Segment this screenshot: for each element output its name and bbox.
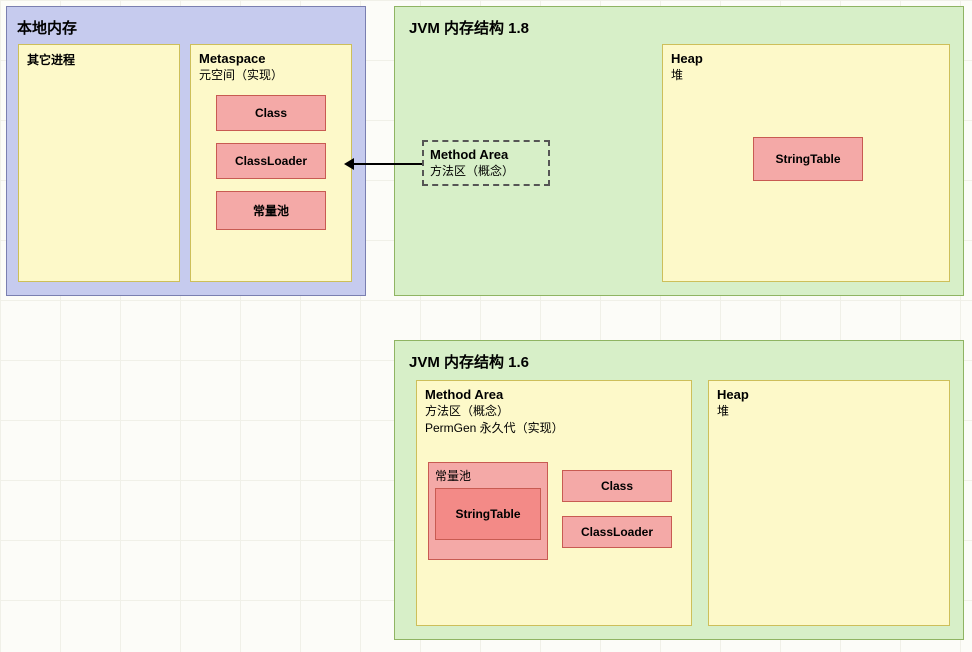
jvm16-heap-title: Heap [717, 387, 941, 402]
jvm18-heap-subtitle: 堆 [671, 66, 941, 83]
metaspace-title: Metaspace [199, 51, 343, 66]
arrow-method-area-to-metaspace [352, 163, 422, 165]
jvm16-constant-pool-box: 常量池 StringTable [428, 462, 548, 560]
other-processes-box: 其它进程 [18, 44, 180, 282]
jvm16-class-item: Class [562, 470, 672, 502]
jvm16-method-area-subtitle1: 方法区（概念） [425, 402, 683, 419]
jvm16-string-table-item: StringTable [435, 488, 541, 540]
jvm16-constant-pool-title: 常量池 [435, 467, 541, 484]
jvm16-method-area-subtitle2: PermGen 永久代（实现） [425, 419, 683, 436]
metaspace-classloader-item: ClassLoader [216, 143, 326, 179]
metaspace-class-item: Class [216, 95, 326, 131]
metaspace-constant-pool-item: 常量池 [216, 191, 326, 230]
other-processes-title: 其它进程 [27, 51, 171, 68]
jvm18-title: JVM 内存结构 1.8 [409, 17, 949, 38]
jvm16-method-area-title: Method Area [425, 387, 683, 402]
jvm16-title: JVM 内存结构 1.6 [409, 351, 949, 372]
jvm18-method-area-subtitle: 方法区（概念） [430, 162, 514, 179]
diagram-canvas: 本地内存 其它进程 Metaspace 元空间（实现） Class ClassL… [0, 0, 972, 652]
jvm16-heap-box: Heap 堆 [708, 380, 950, 626]
jvm18-method-area-title: Method Area [430, 147, 508, 162]
jvm18-string-table-item: StringTable [753, 137, 863, 181]
arrow-head-icon [344, 158, 354, 170]
jvm18-heap-title: Heap [671, 51, 941, 66]
jvm18-heap-box: Heap 堆 StringTable [662, 44, 950, 282]
jvm18-method-area-box: Method Area 方法区（概念） [422, 140, 550, 186]
metaspace-subtitle: 元空间（实现） [199, 66, 343, 83]
jvm16-heap-subtitle: 堆 [717, 402, 941, 419]
local-memory-title: 本地内存 [17, 17, 355, 38]
metaspace-box: Metaspace 元空间（实现） Class ClassLoader 常量池 [190, 44, 352, 282]
jvm16-classloader-item: ClassLoader [562, 516, 672, 548]
